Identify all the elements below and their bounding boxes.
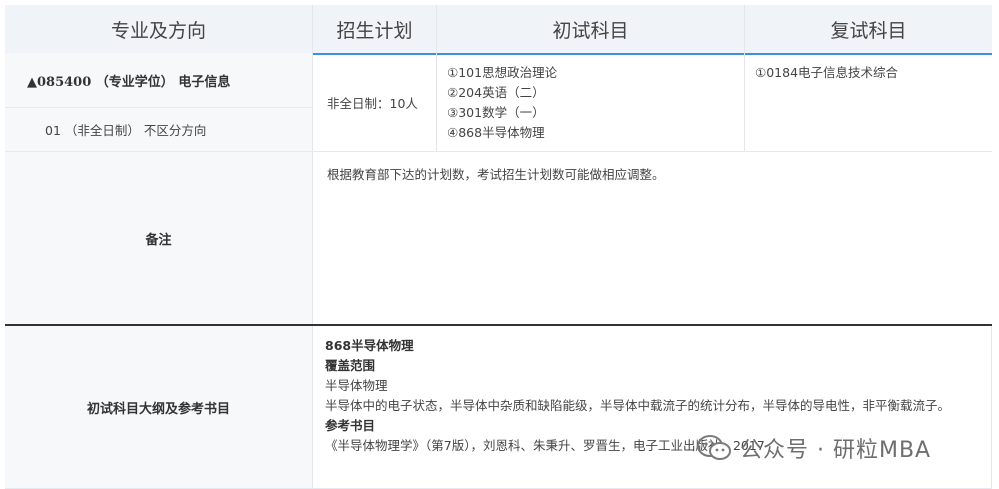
header-retest-subjects: 复试科目 [830,19,907,42]
watermark: 公众号 · 研粒MBA [696,432,931,464]
scope-title: 覆盖范围 [325,358,376,373]
exam-subject: ④868半导体物理 [447,125,545,140]
program-cell: ▲085400 （专业学位） 电子信息 01 （非全日制） 不区分方向 [5,53,313,151]
program-direction: 01 （非全日制） 不区分方向 [45,123,207,138]
outline-label: 初试科目大纲及参考书目 [5,326,313,489]
enrollment-plan: 非全日制：10人 [313,53,437,151]
remarks-label: 备注 [5,152,313,324]
retest-subject-list: ①0184电子信息技术综合 [745,53,992,151]
program-row: ▲085400 （专业学位） 电子信息 01 （非全日制） 不区分方向 非全日制… [5,53,992,152]
watermark-text: 公众号 · 研粒MBA [740,438,932,463]
table-header: 专业及方向 招生计划 初试科目 复试科目 [5,5,992,55]
outline-subject: 868半导体物理 [325,338,414,353]
header-exam-subjects: 初试科目 [437,5,745,53]
header-plan: 招生计划 [313,5,437,53]
scope-subject: 半导体物理 [325,378,388,393]
exam-subject-list: ①101思想政治理论 ②204英语（二） ③301数学（一） ④868半导体物理 [437,53,745,151]
outline-row: 初试科目大纲及参考书目 868半导体物理 覆盖范围 半导体物理 半导体中的电子状… [5,326,992,489]
exam-subject: ②204英语（二） [447,85,545,100]
remarks-text: 根据教育部下达的计划数，考试招生计划数可能做相应调整。 [327,167,665,182]
header-major: 专业及方向 [5,5,313,53]
exam-subject: ①101思想政治理论 [447,65,558,80]
scope-text: 半导体中的电子状态，半导体中杂质和缺陷能级，半导体中载流子的统计分布，半导体的导… [325,398,951,413]
remarks-row: 备注 根据教育部下达的计划数，考试招生计划数可能做相应调整。 [5,152,992,326]
retest-subject: ①0184电子信息技术综合 [755,65,899,80]
wechat-icon [696,434,732,462]
admission-table: 专业及方向 招生计划 初试科目 复试科目 ▲085400 （专业学位） 电子信息… [5,5,992,489]
outline-content: 868半导体物理 覆盖范围 半导体物理 半导体中的电子状态，半导体中杂质和缺陷能… [313,326,992,489]
exam-subject: ③301数学（一） [447,105,545,120]
program-code: ▲085400 （专业学位） 电子信息 [5,53,312,108]
